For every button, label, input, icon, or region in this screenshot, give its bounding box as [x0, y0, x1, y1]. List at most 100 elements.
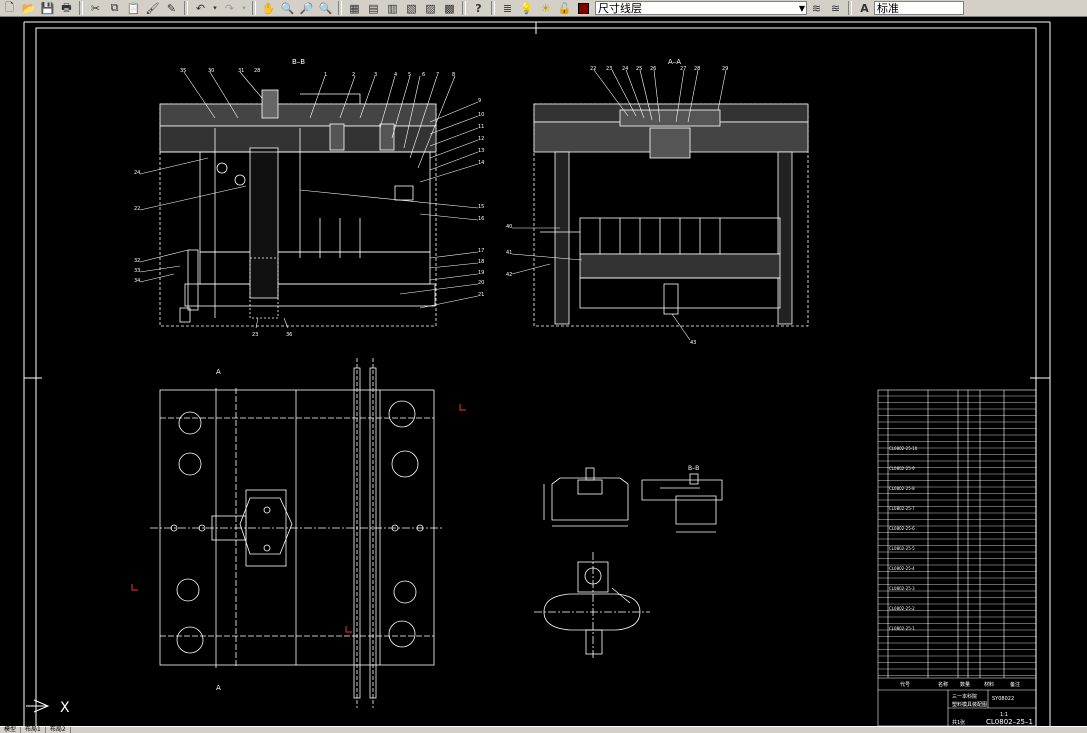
bom-code: CL0802-25-2 — [889, 606, 915, 611]
layer-freeze-icon[interactable]: ☀ — [537, 1, 554, 16]
part-callout-number: 9 — [478, 98, 481, 104]
bom-code: CL0802-25-8 — [889, 486, 915, 491]
part-callout-number: 26 — [650, 66, 656, 72]
bom-header-qty: 数量 — [960, 681, 970, 688]
part-callout-number: 30 — [208, 68, 214, 74]
part-callout-number: 2 — [352, 72, 355, 78]
zoom-realtime-icon[interactable]: 🔍 — [279, 1, 296, 16]
part-callout-number: 5 — [408, 72, 411, 78]
layer-lock-icon[interactable]: 🔓 — [556, 1, 573, 16]
zoom-previous-icon[interactable]: 🔍 — [317, 1, 334, 16]
properties-icon[interactable]: ▦ — [346, 1, 363, 16]
part-callout-number: 14 — [478, 160, 484, 166]
part-callout-number: 36 — [286, 332, 292, 338]
part-callout-number: 35 — [180, 68, 186, 74]
help-icon[interactable]: ? — [470, 1, 487, 16]
part-callout-number: 32 — [134, 258, 140, 264]
plan-red-marks — [131, 404, 466, 633]
ucs-icon: X — [26, 699, 70, 716]
paste-icon[interactable]: 📋 — [125, 1, 142, 16]
part-callout-number: 33 — [134, 268, 140, 274]
save-icon[interactable]: 💾 — [39, 1, 56, 16]
new-file-icon[interactable]: 🗋 — [1, 1, 18, 16]
detail-views: B–B — [534, 465, 723, 658]
bom-code: CL0802-25-6 — [889, 526, 915, 531]
tab-layout-2[interactable]: 布局2 — [46, 727, 71, 733]
part-callout-number: 29 — [722, 66, 728, 72]
match-properties-icon[interactable]: 🖌 — [144, 1, 161, 16]
bom-code: CL0802-25-1 — [889, 626, 915, 631]
open-file-icon[interactable]: 📂 — [20, 1, 37, 16]
part-callout-number: 43 — [690, 340, 696, 346]
view-aa-label: A–A — [668, 58, 681, 66]
bom-texts: 代号 名称 数量 材料 备注 三一本科院 塑料模具装配图 SY08022 1:1… — [900, 681, 1033, 726]
sheet-set-icon[interactable]: ▧ — [403, 1, 420, 16]
layer-manager-icon[interactable]: ≣ — [499, 1, 516, 16]
part-callout-number: 1 — [324, 72, 327, 78]
layer-dropdown[interactable]: 尺寸线层 ▼ — [595, 1, 807, 15]
part-callout-number: 23 — [606, 66, 612, 72]
part-callout-number: 16 — [478, 216, 484, 222]
part-callout-number: 18 — [478, 259, 484, 265]
layer-previous-icon[interactable]: ≊ — [827, 1, 844, 16]
undo-dropdown-icon[interactable]: ▾ — [211, 1, 219, 16]
part-callout-number: 3 — [374, 72, 377, 78]
toolbar-separator — [79, 1, 83, 15]
markup-icon[interactable]: ▨ — [422, 1, 439, 16]
calculator-icon[interactable]: ▩ — [441, 1, 458, 16]
undo-icon[interactable]: ↶ — [192, 1, 209, 16]
pan-icon[interactable]: ✋ — [260, 1, 277, 16]
bom-header-code: 代号 — [900, 681, 910, 688]
plan-view: A A — [150, 358, 444, 708]
drawing-number: CL0802–25–1 — [986, 718, 1033, 726]
part-callout-number: 28 — [254, 68, 260, 74]
sheet-info: 共1张 — [952, 719, 965, 726]
chevron-down-icon: ▼ — [798, 4, 805, 13]
section-view-bb — [159, 89, 437, 327]
bb-callouts: B–B — [292, 58, 305, 66]
toolbar-separator — [462, 1, 466, 15]
part-callout-number: 11 — [478, 124, 484, 130]
part-callout-number: 34 — [134, 278, 140, 284]
part-callout-number: 31 — [238, 68, 244, 74]
section-mark-a-top: A — [216, 368, 221, 376]
material-code: SY08022 — [992, 696, 1014, 702]
text-style-icon[interactable]: A — [856, 1, 873, 16]
bom-code: CL0802-25-5 — [889, 546, 915, 551]
bom-header-remark: 备注 — [1010, 681, 1020, 688]
bom-header-name: 名称 — [938, 681, 948, 688]
part-callout-number: 7 — [436, 72, 439, 78]
layer-on-icon[interactable]: 💡 — [518, 1, 535, 16]
drawing-canvas[interactable]: B–B A–A A A B–B CL0802-25-10CL0802-25-9C… — [0, 18, 1087, 732]
part-callout-number: 42 — [506, 272, 512, 278]
part-callout-number: 28 — [694, 66, 700, 72]
section-view-aa: A–A — [533, 58, 809, 327]
part-callout-number: 12 — [478, 136, 484, 142]
redo-icon[interactable]: ↷ — [221, 1, 238, 16]
copy-icon[interactable]: ⧉ — [106, 1, 123, 16]
make-current-layer-icon[interactable]: ≋ — [808, 1, 825, 16]
part-callout-number: 23 — [252, 332, 258, 338]
title-name: 塑料模具装配图 — [952, 701, 987, 708]
design-center-icon[interactable]: ▤ — [365, 1, 382, 16]
layer-color-swatch-icon — [575, 1, 592, 16]
toolbar-separator — [848, 1, 852, 15]
tab-layout-1[interactable]: 布局1 — [21, 727, 46, 733]
text-style-dropdown[interactable]: 标准 — [874, 1, 964, 15]
bom-code: CL0802-25-3 — [889, 586, 915, 591]
tool-palettes-icon[interactable]: ▥ — [384, 1, 401, 16]
part-callout-number: 4 — [394, 72, 397, 78]
part-callout-number: 17 — [478, 248, 484, 254]
print-icon[interactable]: 🖶 — [58, 1, 75, 16]
part-callout-number: 25 — [636, 66, 642, 72]
layer-dropdown-value: 尺寸线层 — [598, 2, 642, 15]
part-callout-number: 24 — [134, 170, 140, 176]
bom-code: CL0802-25-7 — [889, 506, 915, 511]
bom-rows: CL0802-25-10 CL0802-25-9 CL0802-25-8 CL0802… — [878, 395, 1036, 676]
zoom-window-icon[interactable]: 🔎 — [298, 1, 315, 16]
toolbar-separator — [252, 1, 256, 15]
block-editor-icon[interactable]: ✎ — [163, 1, 180, 16]
redo-dropdown-icon[interactable]: ▾ — [240, 1, 248, 16]
tab-model[interactable]: 模型 — [0, 727, 22, 733]
cut-icon[interactable]: ✂ — [87, 1, 104, 16]
